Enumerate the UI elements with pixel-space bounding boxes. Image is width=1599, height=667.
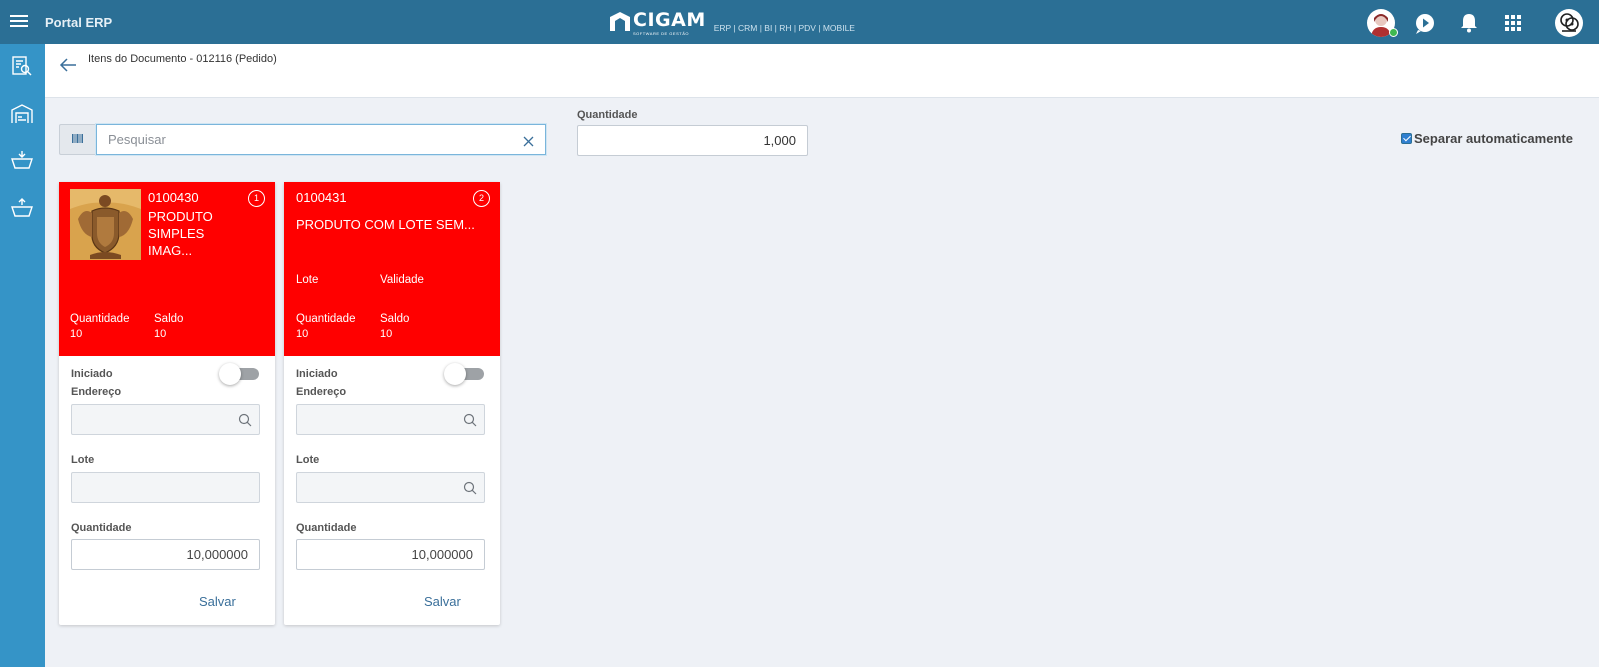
page-header: Itens do Documento - 012116 (Pedido) <box>45 44 1599 98</box>
auto-separate-label: Separar automaticamente <box>1414 131 1573 146</box>
started-label: Iniciado <box>296 368 338 380</box>
item-index-badge: 1 <box>248 190 265 207</box>
search-icon[interactable] <box>463 481 477 495</box>
left-sidebar <box>0 44 45 667</box>
barcode-icon <box>72 134 83 143</box>
save-button[interactable]: Salvar <box>424 594 461 609</box>
quantity-field[interactable] <box>71 539 260 570</box>
product-image <box>70 189 141 260</box>
started-toggle[interactable] <box>444 363 484 385</box>
product-card-header: 0100431 PRODUTO COM LOTE SEM... 2 Lote V… <box>284 182 500 356</box>
lot-field[interactable] <box>296 472 485 503</box>
search-icon[interactable] <box>463 413 477 427</box>
search-icon[interactable] <box>238 413 252 427</box>
balance-value: 10 <box>154 328 167 340</box>
barcode-button[interactable] <box>59 124 95 155</box>
logo-subtitle: SOFTWARE DE GESTÃO <box>633 31 689 36</box>
product-name: PRODUTO SIMPLES IMAG... <box>148 209 213 258</box>
address-field[interactable] <box>296 404 485 435</box>
quantity-header-label: Quantidade <box>296 313 356 325</box>
cigam-logo-mark-icon <box>610 12 630 31</box>
lot-header-label: Lote <box>296 274 319 286</box>
quantity-field-label: Quantidade <box>296 522 357 534</box>
checkbox-checked-icon[interactable] <box>1401 133 1412 144</box>
basket-down-icon[interactable] <box>10 148 34 172</box>
profile-avatar[interactable] <box>1555 9 1583 37</box>
product-code: 0100431 <box>296 190 347 205</box>
address-label: Endereço <box>71 386 122 398</box>
online-status-badge <box>1389 28 1398 37</box>
product-card: 0100431 PRODUTO COM LOTE SEM... 2 Lote V… <box>284 182 500 625</box>
product-code: 0100430 <box>148 190 199 205</box>
quantity-header-label: Quantidade <box>70 313 130 325</box>
auto-separate-checkbox[interactable]: Separar automaticamente <box>1401 131 1573 146</box>
top-bar: Portal ERP CIGAM SOFTWARE DE GESTÃO ERP … <box>0 0 1599 44</box>
bell-icon[interactable] <box>1455 9 1483 37</box>
started-toggle[interactable] <box>219 363 259 385</box>
basket-up-icon[interactable] <box>10 196 34 220</box>
apps-grid-icon[interactable] <box>1499 9 1527 37</box>
balance-label: Saldo <box>154 313 184 325</box>
product-card-header: 0100430 PRODUTO SIMPLES IMAG... 1 Quanti… <box>59 182 275 356</box>
quantity-label: Quantidade <box>577 109 638 121</box>
profile-drawing-icon <box>1560 13 1579 32</box>
quantity-field[interactable] <box>296 539 485 570</box>
started-label: Iniciado <box>71 368 113 380</box>
app-title: Portal ERP <box>45 15 113 30</box>
warehouse-icon[interactable] <box>10 102 34 126</box>
quantity-field-label: Quantidade <box>71 522 132 534</box>
clear-search-icon[interactable] <box>523 136 534 147</box>
search-report-icon[interactable] <box>10 54 34 78</box>
play-icon[interactable] <box>1411 9 1439 37</box>
cigam-logo: CIGAM SOFTWARE DE GESTÃO ERP | CRM | BI … <box>609 9 855 36</box>
logo-modules: ERP | CRM | BI | RH | PDV | MOBILE <box>713 23 855 33</box>
quantity-input[interactable] <box>577 125 808 156</box>
logo-word: CIGAM <box>633 9 706 31</box>
lot-label: Lote <box>71 454 95 466</box>
validity-label: Validade <box>380 274 424 286</box>
address-label: Endereço <box>296 386 347 398</box>
save-button[interactable]: Salvar <box>199 594 236 609</box>
balance-label: Saldo <box>380 313 410 325</box>
item-index-badge: 2 <box>473 190 490 207</box>
balance-value: 10 <box>380 328 393 340</box>
quantity-header-value: 10 <box>70 328 83 340</box>
back-arrow-icon[interactable] <box>59 57 77 73</box>
product-card: 0100430 PRODUTO SIMPLES IMAG... 1 Quanti… <box>59 182 275 625</box>
search-input[interactable] <box>96 124 546 155</box>
coat-of-arms-image <box>70 189 141 260</box>
lot-field[interactable] <box>71 472 260 503</box>
lot-label: Lote <box>296 454 320 466</box>
page-title: Itens do Documento - 012116 (Pedido) <box>88 53 277 65</box>
address-field[interactable] <box>71 404 260 435</box>
quantity-header-value: 10 <box>296 328 309 340</box>
product-name: PRODUTO COM LOTE SEM... <box>296 217 475 232</box>
menu-icon[interactable] <box>8 11 30 33</box>
